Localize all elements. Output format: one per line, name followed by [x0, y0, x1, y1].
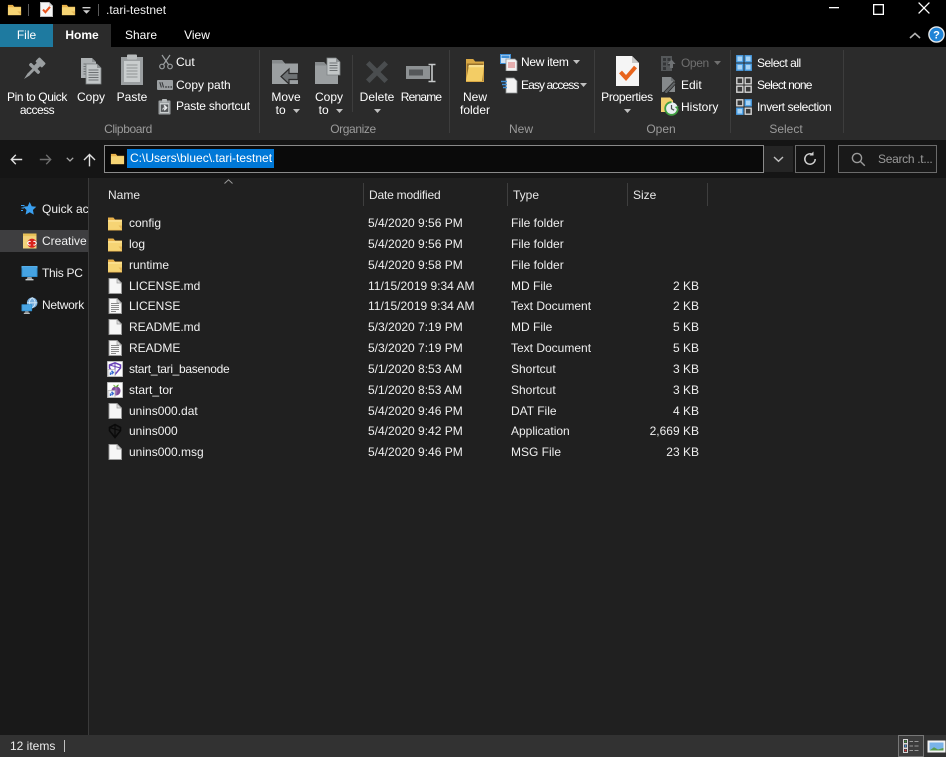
svg-text:?: ?	[933, 30, 940, 42]
